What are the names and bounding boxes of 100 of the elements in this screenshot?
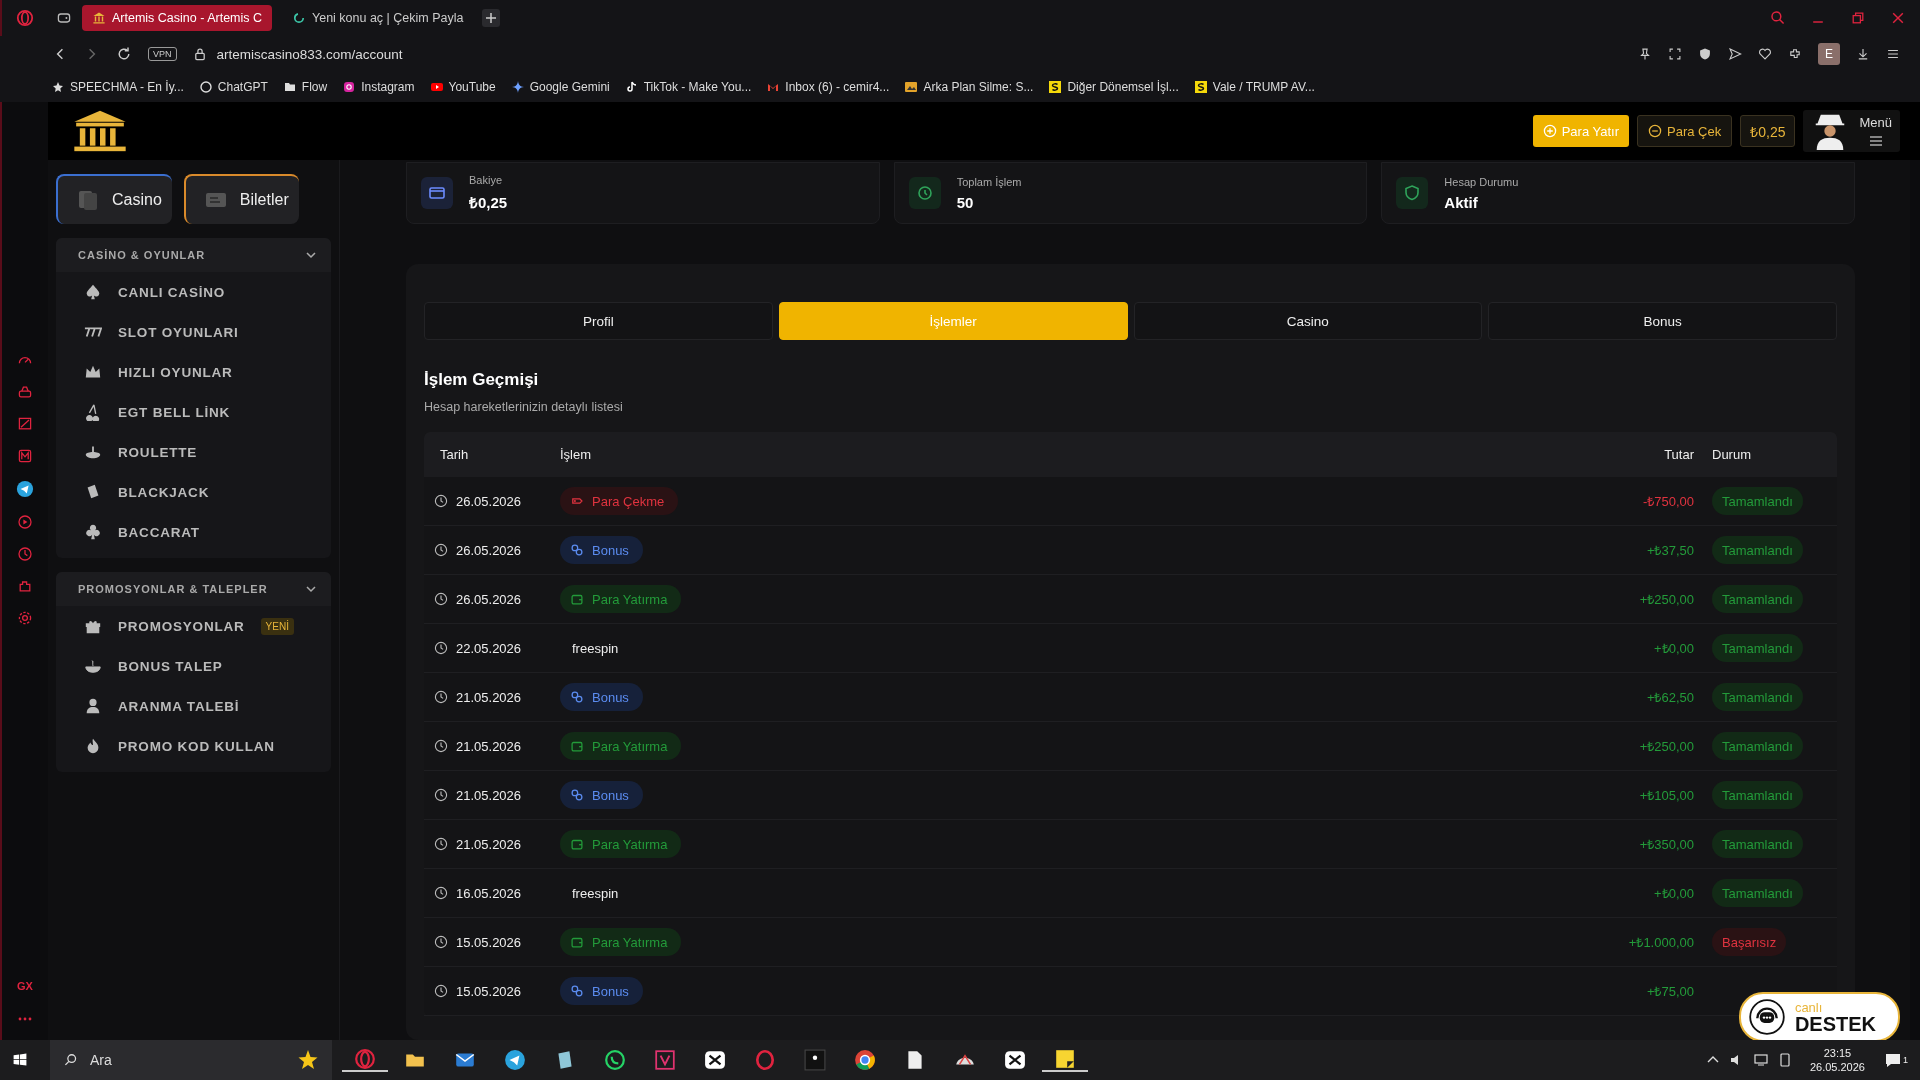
menu-item[interactable]: CANLI CASİNO xyxy=(118,284,226,300)
tab[interactable]: Bonus xyxy=(1488,302,1837,340)
temple-icon xyxy=(92,11,106,25)
clock-icon xyxy=(434,592,448,606)
play-icon[interactable] xyxy=(17,514,33,530)
status-badge: Tamamlandı xyxy=(1712,781,1803,809)
category-button[interactable]: Biletler xyxy=(183,174,299,224)
heart-icon[interactable] xyxy=(1758,47,1772,61)
menu-item[interactable]: SLOT OYUNLARI xyxy=(118,324,239,340)
browser-tab[interactable]: Artemis Casino - Artemis C xyxy=(82,5,272,31)
cherry-icon xyxy=(84,403,102,421)
menu-item[interactable]: ARANMA TALEBİ xyxy=(118,698,240,714)
clock-icon xyxy=(434,543,448,557)
browser-icon[interactable] xyxy=(342,1048,388,1072)
screenshot-icon[interactable] xyxy=(1668,47,1682,61)
club-icon xyxy=(84,523,102,541)
amount-cell-text: +₺1.000,00 xyxy=(1627,934,1694,951)
notification-button[interactable]: 1 xyxy=(1885,1052,1908,1068)
transaction-type-badge: Bonus xyxy=(560,977,643,1005)
date-cell: 26.05.2026 xyxy=(456,591,522,607)
bookmark-link[interactable]: SPEECHMA - En İy... xyxy=(52,80,184,94)
headset-icon xyxy=(1748,999,1785,1035)
menu-item[interactable]: BLACKJACK xyxy=(118,484,210,500)
live-support-button[interactable]: canlı DESTEK xyxy=(1738,992,1900,1040)
url-field[interactable]: artemiscasino833.com/account xyxy=(216,46,403,62)
minus-circle-icon xyxy=(1648,124,1662,138)
download-icon[interactable] xyxy=(1856,47,1870,61)
section-title: İşlem Geçmişi xyxy=(424,370,540,390)
close-icon[interactable] xyxy=(1890,10,1906,26)
bookmark-icon xyxy=(52,81,64,93)
telegram-icon[interactable] xyxy=(16,480,34,498)
bookmark-link[interactable]: YouTube xyxy=(430,80,496,94)
restore-icon[interactable] xyxy=(1850,10,1866,26)
menu-icon xyxy=(1868,133,1883,148)
wallet-icon xyxy=(570,935,584,949)
date-cell: 21.05.2026 xyxy=(456,836,522,852)
status-badge: Başarısız xyxy=(1712,928,1787,956)
gx-logo[interactable]: GX xyxy=(17,980,33,992)
clock-icon[interactable] xyxy=(17,546,33,562)
menu-item[interactable]: EGT BELL LİNK xyxy=(118,404,231,420)
coins-icon xyxy=(570,543,584,557)
new-badge: YENİ xyxy=(260,617,294,635)
extensions-icon[interactable] xyxy=(1788,47,1802,61)
temple-logo-icon[interactable] xyxy=(72,109,128,153)
amount-cell-text: +₺350,00 xyxy=(1638,836,1694,853)
amount-cell-text: +₺0,00 xyxy=(1653,885,1694,902)
person-icon xyxy=(84,697,102,715)
bookmark-icon xyxy=(283,81,296,93)
taskbar-search-field[interactable]: Ara xyxy=(50,1040,332,1080)
tab[interactable]: Casino xyxy=(1133,302,1483,340)
transaction-type-badge: Bonus xyxy=(560,781,643,809)
taskbar-clock[interactable]: 23:15 26.05.2026 xyxy=(1809,1047,1865,1073)
category-button[interactable]: Casino xyxy=(56,174,172,224)
date-cell: 26.05.2026 xyxy=(456,493,522,509)
card-icon xyxy=(421,177,453,209)
vpn-badge[interactable]: VPN xyxy=(148,47,177,61)
menu-item[interactable]: PROMOSYONLAR xyxy=(118,618,245,634)
bookmark-link[interactable]: Google Gemini xyxy=(511,80,610,94)
settings-icon[interactable] xyxy=(1886,47,1900,61)
sticky-note-icon[interactable] xyxy=(1042,1048,1088,1072)
clock-icon xyxy=(434,690,448,704)
status-badge: Tamamlandı xyxy=(1712,487,1803,515)
wallet-icon xyxy=(570,837,584,851)
profile-avatar[interactable]: E xyxy=(1818,43,1840,65)
send-icon[interactable] xyxy=(1728,47,1742,61)
bookmark-link[interactable]: ChatGPT xyxy=(199,80,268,94)
menu-item[interactable]: HIZLI OYUNLAR xyxy=(118,364,233,380)
device-icon[interactable] xyxy=(1777,1053,1792,1067)
chevron-icon[interactable] xyxy=(305,249,317,261)
status-badge: Tamamlandı xyxy=(1712,634,1803,662)
new-tab-button[interactable] xyxy=(482,9,500,27)
menu-item[interactable]: ROULETTE xyxy=(118,444,198,460)
bookmark-link[interactable]: Inbox (6) - cemir4... xyxy=(767,80,890,94)
browser-tab[interactable]: Yeni konu aç | Çekim Payla xyxy=(282,5,472,31)
m-icon[interactable] xyxy=(17,448,33,464)
bookmark-link[interactable]: Vale / TRUMP AV... xyxy=(1194,80,1315,94)
status-badge: Tamamlandı xyxy=(1712,683,1803,711)
tab[interactable]: Profil xyxy=(424,302,773,340)
browser-logo-icon[interactable] xyxy=(16,9,34,27)
withdraw-button[interactable]: Para Çek xyxy=(1637,115,1733,147)
search-icon[interactable] xyxy=(1770,10,1786,26)
menu-item[interactable]: BONUS TALEP xyxy=(118,658,223,674)
reload-icon[interactable] xyxy=(116,46,132,62)
bookmark-link[interactable]: Instagram xyxy=(343,80,415,94)
bookmark-link[interactable]: Diğer Dönemsel İşl... xyxy=(1049,80,1179,94)
date-cell: 15.05.2026 xyxy=(456,934,522,950)
history-icon xyxy=(908,177,941,209)
menu-item[interactable]: PROMO KOD KULLAN xyxy=(118,738,275,754)
bookmark-icon xyxy=(511,81,524,93)
menu-button[interactable]: Menü xyxy=(1803,110,1900,152)
bookmark-icon xyxy=(199,81,212,93)
bookmark-link[interactable]: TikTok - Make You... xyxy=(625,80,752,94)
bookmark-link[interactable]: Flow xyxy=(283,80,328,94)
chevron-icon[interactable] xyxy=(305,583,317,595)
menu-item[interactable]: BACCARAT xyxy=(118,524,200,540)
bookmark-link[interactable]: Arka Plan Silme: S... xyxy=(905,80,1034,94)
pin-icon[interactable] xyxy=(1638,47,1652,61)
amount-cell-text: +₺250,00 xyxy=(1638,591,1694,608)
clock-icon xyxy=(434,788,448,802)
shield-icon[interactable] xyxy=(1698,47,1712,61)
